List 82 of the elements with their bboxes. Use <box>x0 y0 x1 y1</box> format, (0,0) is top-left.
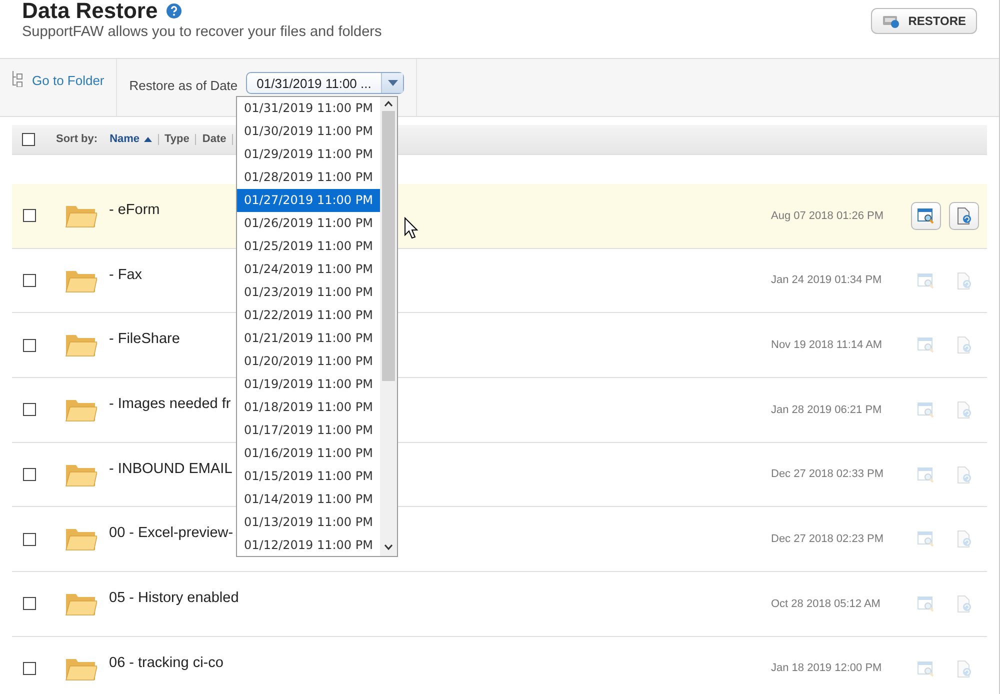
modified-date: Oct 28 2018 05:12 AM <box>771 596 882 612</box>
restore-button[interactable]: RESTORE <box>871 8 977 34</box>
date-option[interactable]: 01/19/2019 11:00 PM <box>237 373 380 396</box>
file-restore-icon <box>956 594 972 613</box>
folder-name[interactable]: - FileShare <box>109 329 180 352</box>
row-checkbox[interactable] <box>23 532 36 546</box>
date-option[interactable]: 01/31/2019 11:00 PM <box>237 97 380 120</box>
row-checkbox[interactable] <box>23 597 36 610</box>
date-option[interactable]: 01/16/2019 11:00 PM <box>237 442 380 465</box>
folder-name[interactable]: 05 - History enabled <box>109 588 239 610</box>
folder-name[interactable]: - Images needed fr <box>109 394 231 416</box>
modified-date: Nov 19 2018 11:14 AM <box>771 338 884 353</box>
file-restore-icon <box>956 272 972 290</box>
sort-ascending-icon <box>144 137 152 142</box>
row-checkbox[interactable] <box>23 274 36 288</box>
select-all-checkbox[interactable] <box>22 133 35 146</box>
date-option[interactable]: 01/21/2019 11:00 PM <box>237 327 380 350</box>
file-restore-icon <box>956 466 972 484</box>
row-checkbox[interactable] <box>23 209 36 222</box>
sort-column[interactable]: Date <box>196 134 234 145</box>
date-option[interactable]: 01/23/2019 11:00 PM <box>237 281 380 304</box>
date-dropdown[interactable]: 01/31/2019 11:00 ... <box>246 72 404 94</box>
file-restore-icon <box>956 206 972 225</box>
modified-date: Dec 27 2018 02:33 PM <box>771 467 885 482</box>
folder-name[interactable]: - eForm <box>109 200 160 222</box>
date-option[interactable]: 01/14/2019 11:00 PM <box>237 488 380 511</box>
date-option[interactable]: 01/30/2019 11:00 PM <box>237 120 380 143</box>
row-checkbox[interactable] <box>23 338 36 352</box>
preview-icon <box>917 466 935 483</box>
date-option[interactable]: 01/15/2019 11:00 PM <box>237 465 380 488</box>
date-option[interactable]: 01/24/2019 11:00 PM <box>237 258 380 281</box>
file-restore-icon <box>956 530 972 548</box>
row-checkbox[interactable] <box>23 662 36 676</box>
scrollbar[interactable] <box>380 97 397 556</box>
preview-icon <box>917 596 935 612</box>
file-restore-icon <box>956 660 972 678</box>
date-option[interactable]: 01/13/2019 11:00 PM <box>237 511 380 534</box>
modified-date: Jan 28 2019 06:21 PM <box>771 402 883 418</box>
date-option[interactable]: 01/20/2019 11:00 PM <box>237 350 380 373</box>
sort-label: Sort by: <box>56 132 98 148</box>
modified-date: Jan 18 2019 12:00 PM <box>771 661 883 676</box>
preview-icon <box>917 531 935 548</box>
sort-column[interactable]: Name <box>104 134 159 145</box>
date-option[interactable]: 01/27/2019 11:00 PM <box>237 189 380 212</box>
preview-icon <box>917 208 935 224</box>
date-option[interactable]: 01/25/2019 11:00 PM <box>237 235 380 258</box>
row-checkbox[interactable] <box>23 403 36 416</box>
folder-tree-icon <box>12 71 24 87</box>
folder-name[interactable]: - Fax <box>109 264 142 286</box>
preview-icon <box>917 272 935 289</box>
preview-icon <box>917 402 935 418</box>
folder-icon <box>65 332 97 358</box>
modified-date: Jan 24 2019 01:34 PM <box>771 273 883 288</box>
folder-icon <box>65 526 97 552</box>
date-option[interactable]: 01/28/2019 11:00 PM <box>237 166 380 189</box>
preview-icon <box>917 337 935 354</box>
sort-column[interactable]: Type <box>158 134 196 145</box>
help-icon[interactable] <box>166 3 182 19</box>
date-option[interactable]: 01/18/2019 11:00 PM <box>237 396 380 419</box>
go-to-folder-link[interactable]: Go to Folder <box>32 71 104 90</box>
modified-date: Aug 07 2018 01:26 PM <box>771 208 885 224</box>
page-subtitle: SupportFAW allows you to recover your files and folders <box>22 23 382 42</box>
folder-name[interactable]: - INBOUND EMAIL <box>109 458 232 480</box>
restore-icon <box>882 14 900 28</box>
file-restore-icon <box>956 400 972 419</box>
date-option[interactable]: 01/29/2019 11:00 PM <box>237 143 380 166</box>
date-label: Restore as of Date <box>129 77 238 95</box>
folder-name[interactable]: 00 - Excel-preview- <box>109 523 234 546</box>
preview-button[interactable] <box>911 202 941 230</box>
date-option[interactable]: 01/12/2019 11:00 PM <box>237 534 380 557</box>
date-option[interactable]: 01/17/2019 11:00 PM <box>237 419 380 442</box>
restore-file-button[interactable] <box>949 202 979 230</box>
row-checkbox[interactable] <box>23 468 36 482</box>
folder-name[interactable]: 06 - tracking ci-co <box>109 652 224 675</box>
mouse-cursor-icon <box>404 217 418 239</box>
date-option[interactable]: 01/22/2019 11:00 PM <box>237 304 380 327</box>
page-title: Data Restore <box>22 0 158 22</box>
caret-icon <box>388 80 398 86</box>
date-option[interactable]: 01/26/2019 11:00 PM <box>237 212 380 235</box>
modified-date: Dec 27 2018 02:23 PM <box>771 532 885 548</box>
preview-icon <box>917 660 935 677</box>
file-restore-icon <box>956 336 972 354</box>
